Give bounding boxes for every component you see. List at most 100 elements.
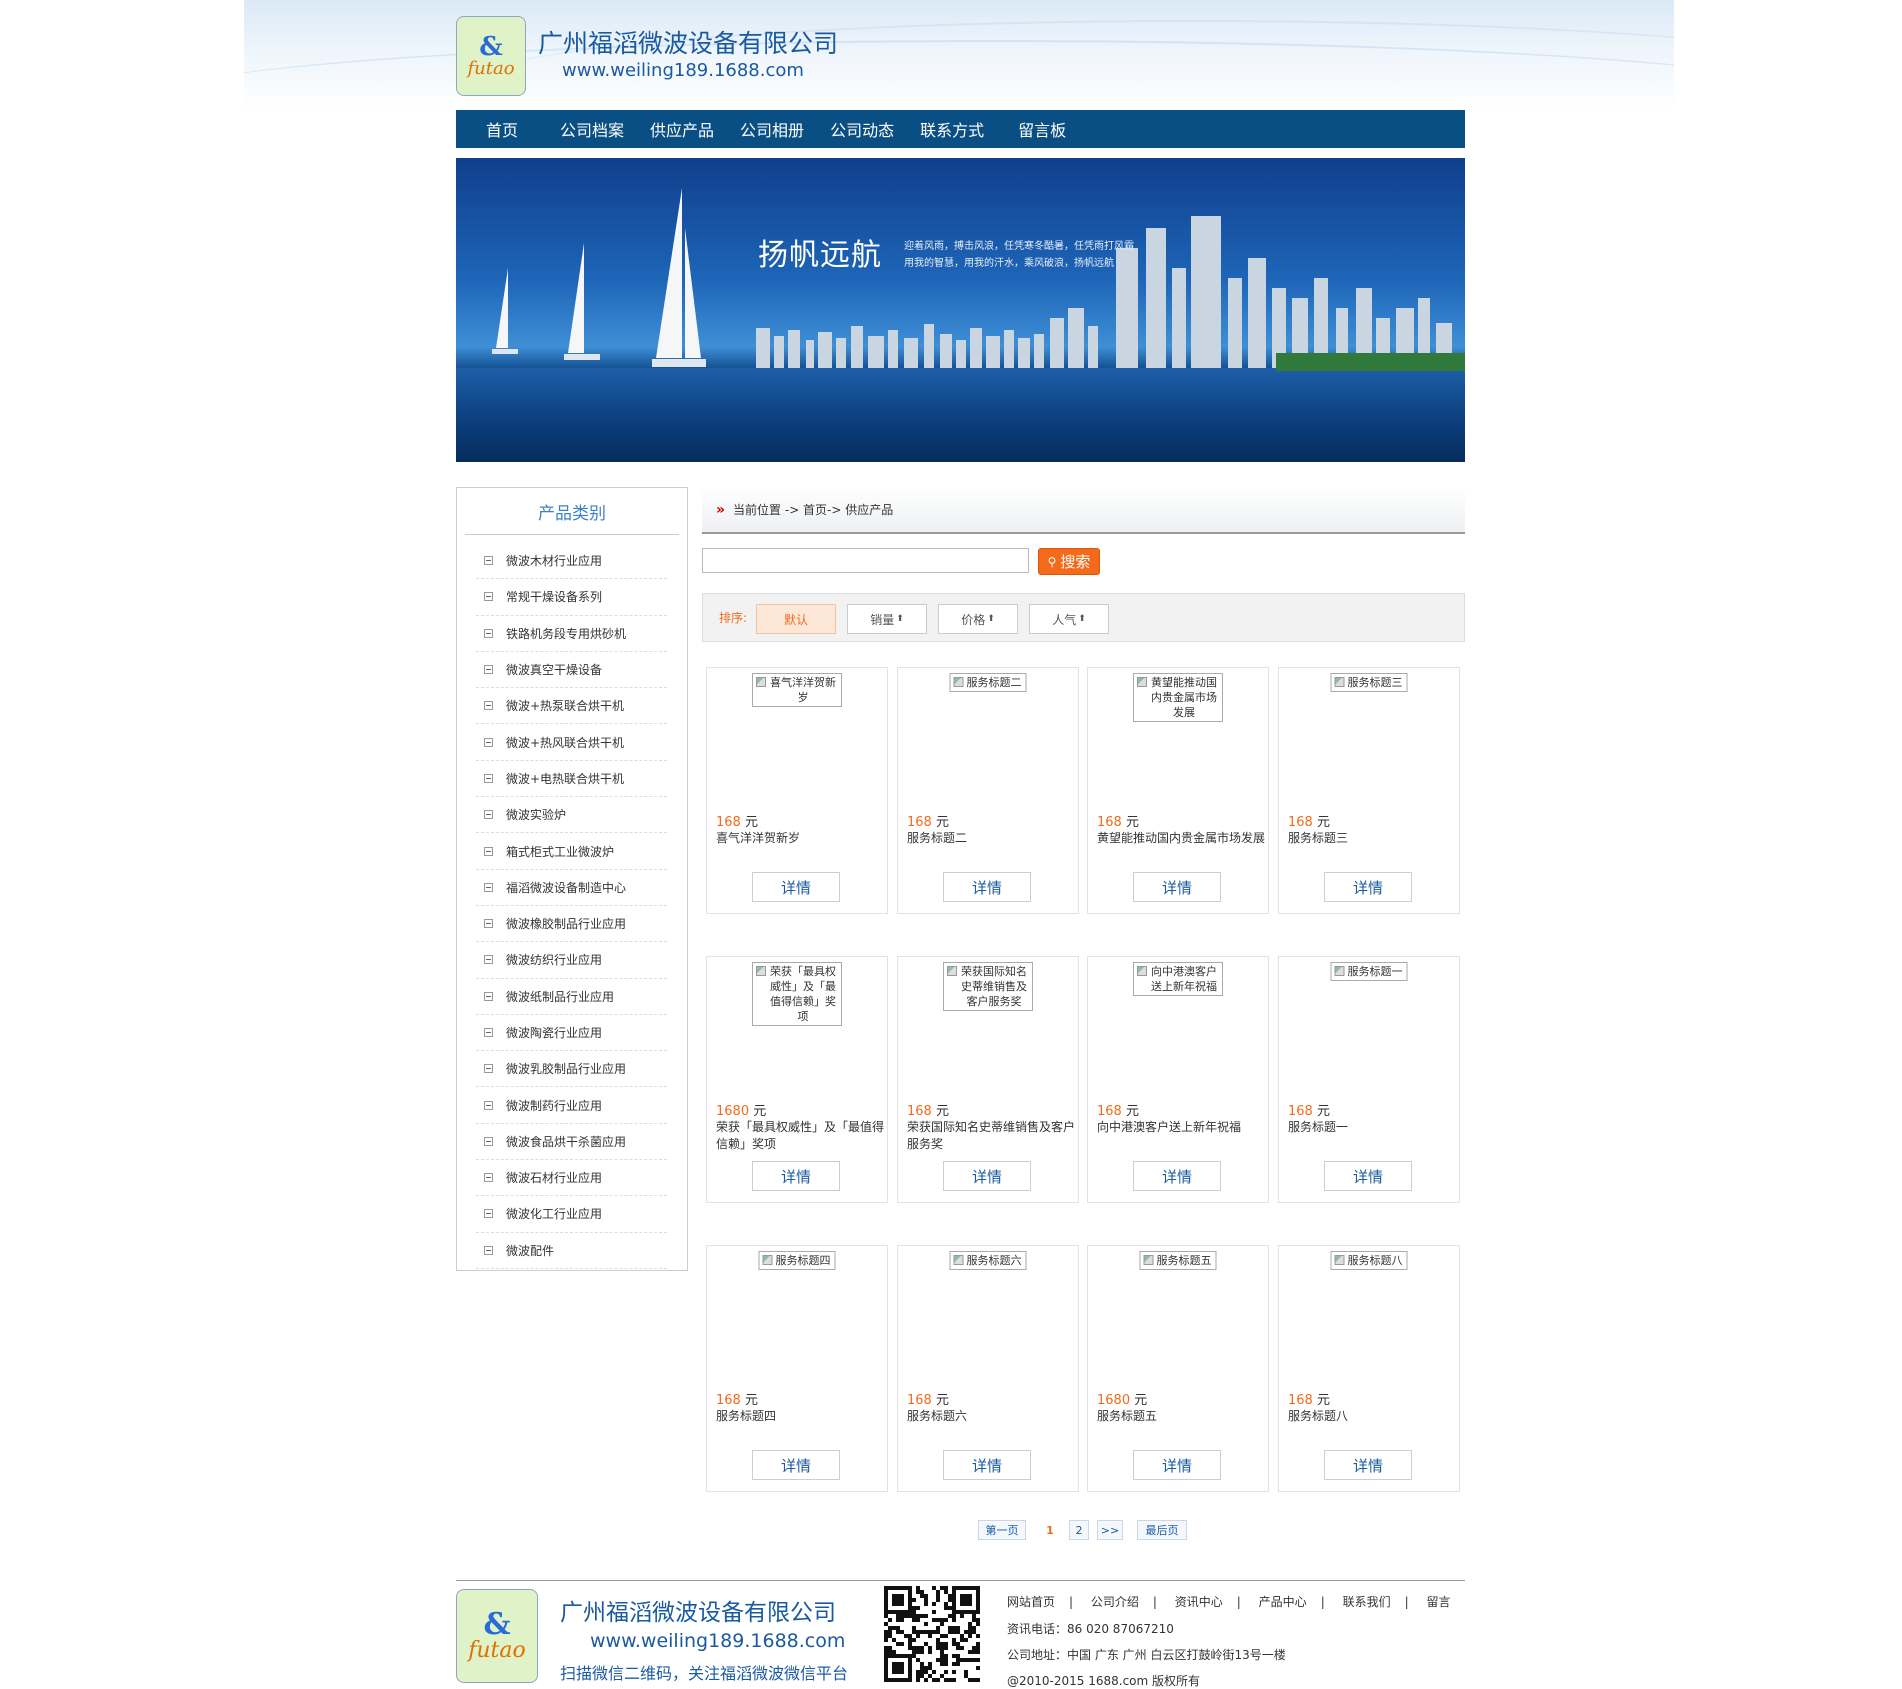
nav-guestbook[interactable]: 留言板 [1018,117,1066,141]
page-last[interactable]: 最后页 [1137,1520,1187,1540]
collapse-box-icon [484,628,493,638]
category-item[interactable]: 微波实验炉 [476,797,667,834]
category-item[interactable]: 微波配件 [476,1233,667,1269]
nav-home[interactable]: 首页 [486,117,518,141]
footer-link-about[interactable]: 公司介绍 [1091,1595,1139,1609]
category-item[interactable]: 微波化工行业应用 [476,1196,667,1233]
product-image[interactable]: 喜气洋洋贺新岁 [752,673,842,707]
category-item[interactable]: 微波纸制品行业应用 [476,979,667,1015]
product-name[interactable]: 服务标题三 [1288,830,1456,847]
product-name[interactable]: 服务标题二 [907,830,1075,847]
product-name[interactable]: 服务标题六 [907,1408,1075,1425]
nav-news[interactable]: 公司动态 [830,117,894,141]
sort-popularity[interactable]: 人气 ⬆ [1029,604,1109,634]
category-item[interactable]: 微波真空干燥设备 [476,652,667,689]
category-item[interactable]: 微波+热泵联合烘干机 [476,688,667,725]
search-button[interactable]: ⚲ 搜索 [1038,548,1100,575]
product-card: 荣获「最具权威性」及「最值得信赖」奖项 1680 元荣获「最具权威性」及「最值得信… [706,956,888,1203]
nav-contact[interactable]: 联系方式 [920,117,984,141]
nav-profile[interactable]: 公司档案 [560,117,624,141]
page-1[interactable]: 1 [1042,1520,1058,1540]
category-item-label: 福滔微波设备制造中心 [506,880,627,895]
detail-button[interactable]: 详情 [1324,1450,1412,1480]
banner-scenery [492,188,1465,371]
collapse-box-icon [484,1245,493,1255]
product-card: 服务标题八 168 元服务标题八 详情 [1278,1245,1460,1492]
category-item[interactable]: 微波木材行业应用 [476,543,667,580]
product-name[interactable]: 服务标题一 [1288,1119,1456,1136]
collapse-box-icon [484,991,493,1001]
product-image[interactable]: 服务标题五 [1139,1251,1217,1270]
category-item[interactable]: 箱式柜式工业微波炉 [476,833,667,870]
category-item[interactable]: 微波食品烘干杀菌应用 [476,1124,667,1161]
category-item[interactable]: 铁路机务段专用烘砂机 [476,616,667,652]
category-item[interactable]: 微波+电热联合烘干机 [476,761,667,798]
page-2[interactable]: 2 [1069,1520,1089,1540]
detail-button[interactable]: 详情 [1324,1161,1412,1191]
product-image[interactable]: 服务标题八 [1330,1251,1408,1270]
category-item[interactable]: 福滔微波设备制造中心 [476,870,667,906]
footer-link-news[interactable]: 资讯中心 [1175,1595,1223,1609]
page-next[interactable]: >> [1097,1520,1123,1540]
footer-company-name: 广州福滔微波设备有限公司 [560,1600,836,1626]
detail-button[interactable]: 详情 [943,1450,1031,1480]
category-item[interactable]: 微波石材行业应用 [476,1160,667,1197]
product-image[interactable]: 向中港澳客户送上新年祝福 [1133,962,1223,996]
footer-link-home[interactable]: 网站首页 [1007,1595,1055,1609]
category-item[interactable]: 微波陶瓷行业应用 [476,1015,667,1052]
detail-button[interactable]: 详情 [752,1450,840,1480]
sidebar-title: 产品类别 [465,488,679,535]
detail-button[interactable]: 详情 [943,1161,1031,1191]
product-image[interactable]: 服务标题三 [1330,673,1408,692]
collapse-box-icon [484,846,493,856]
category-item[interactable]: 常规干燥设备系列 [476,579,667,616]
product-name[interactable]: 向中港澳客户送上新年祝福 [1097,1119,1265,1136]
product-name[interactable]: 喜气洋洋贺新岁 [716,830,884,847]
sort-default[interactable]: 默认 [756,604,836,634]
sort-sales[interactable]: 销量 ⬆ [847,604,927,634]
search-icon: ⚲ [1047,554,1057,569]
company-logo[interactable]: & futao [456,16,526,96]
product-name[interactable]: 服务标题四 [716,1408,884,1425]
category-item[interactable]: 微波+热风联合烘干机 [476,724,667,761]
product-image[interactable]: 服务标题二 [949,673,1027,692]
page-first[interactable]: 第一页 [978,1520,1026,1540]
footer-link-products[interactable]: 产品中心 [1259,1595,1307,1609]
product-image[interactable]: 服务标题四 [758,1251,836,1270]
nav-products[interactable]: 供应产品 [650,117,714,141]
detail-button[interactable]: 详情 [752,1161,840,1191]
nav-album[interactable]: 公司相册 [740,117,804,141]
category-item-label: 微波+热泵联合烘干机 [506,699,625,714]
search-input[interactable] [702,548,1029,573]
sort-price[interactable]: 价格 ⬆ [938,604,1018,634]
banner-subtitle-line1: 迎着风雨，搏击风浪，任凭寒冬酷暑，任凭雨打风霜 [904,241,1134,252]
product-name[interactable]: 服务标题八 [1288,1408,1456,1425]
detail-button[interactable]: 详情 [1133,1450,1221,1480]
footer-link-contact[interactable]: 联系我们 [1343,1595,1391,1609]
category-item[interactable]: 微波制药行业应用 [476,1087,667,1124]
detail-button[interactable]: 详情 [1324,872,1412,902]
category-item[interactable]: 微波纺织行业应用 [476,942,667,979]
detail-button[interactable]: 详情 [752,872,840,902]
category-item[interactable]: 微波橡胶制品行业应用 [476,906,667,943]
product-name[interactable]: 荣获国际知名史蒂维销售及客户服务奖 [907,1119,1075,1153]
product-image[interactable]: 服务标题一 [1330,962,1408,981]
detail-button[interactable]: 详情 [1133,1161,1221,1191]
product-name[interactable]: 服务标题五 [1097,1408,1265,1425]
product-name[interactable]: 黄望能推动国内贵金属市场发展 [1097,830,1265,847]
product-price: 168 元 [716,1393,758,1408]
arrow-up-icon: ⬆ [896,614,904,624]
product-card: 向中港澳客户送上新年祝福 168 元向中港澳客户送上新年祝福 详情 [1087,956,1269,1203]
category-item-label: 箱式柜式工业微波炉 [506,844,615,859]
product-image[interactable]: 荣获国际知名史蒂维销售及客户服务奖 [943,962,1033,1011]
detail-button[interactable]: 详情 [1133,872,1221,902]
product-image[interactable]: 荣获「最具权威性」及「最值得信赖」奖项 [752,962,842,1026]
category-item[interactable]: 微波乳胶制品行业应用 [476,1051,667,1088]
product-image[interactable]: 黄望能推动国内贵金属市场发展 [1133,673,1223,722]
breadcrumb-text[interactable]: 当前位置 -> 首页-> 供应产品 [733,501,893,518]
product-name[interactable]: 荣获「最具权威性」及「最值得信赖」奖项 [716,1119,884,1153]
detail-button[interactable]: 详情 [943,872,1031,902]
footer-link-message[interactable]: 留言 [1426,1595,1450,1609]
collapse-box-icon [484,556,493,566]
product-image[interactable]: 服务标题六 [949,1251,1027,1270]
